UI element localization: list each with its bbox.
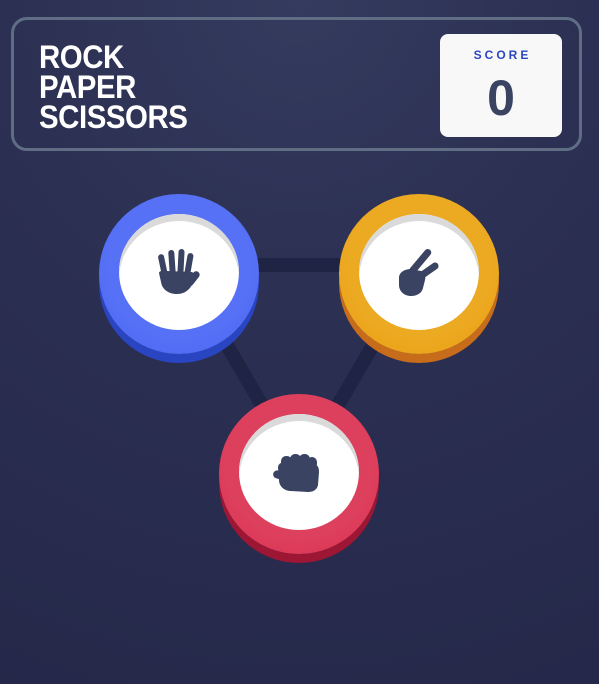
rock-button-face bbox=[239, 414, 359, 530]
title-line-scissors: SCISSORS bbox=[39, 99, 188, 135]
title-line-paper: PAPER bbox=[39, 69, 136, 105]
paper-button-face bbox=[119, 214, 239, 330]
score-box: SCORE 0 bbox=[440, 34, 562, 137]
rock-button[interactable] bbox=[219, 394, 379, 554]
score-value: 0 bbox=[487, 70, 515, 126]
game-title: ROCK PAPER SCISSORS bbox=[39, 39, 188, 135]
score-label: SCORE bbox=[473, 48, 532, 62]
scissors-button[interactable] bbox=[339, 194, 499, 354]
paper-hand-icon bbox=[158, 249, 200, 294]
game-header: ROCK PAPER SCISSORS SCORE 0 bbox=[11, 17, 582, 151]
title-line-rock: ROCK bbox=[39, 39, 124, 75]
rock-fist-icon bbox=[273, 454, 319, 492]
scissors-button-face bbox=[359, 214, 479, 330]
scissors-hand-icon bbox=[399, 249, 439, 296]
paper-button[interactable] bbox=[99, 194, 259, 354]
